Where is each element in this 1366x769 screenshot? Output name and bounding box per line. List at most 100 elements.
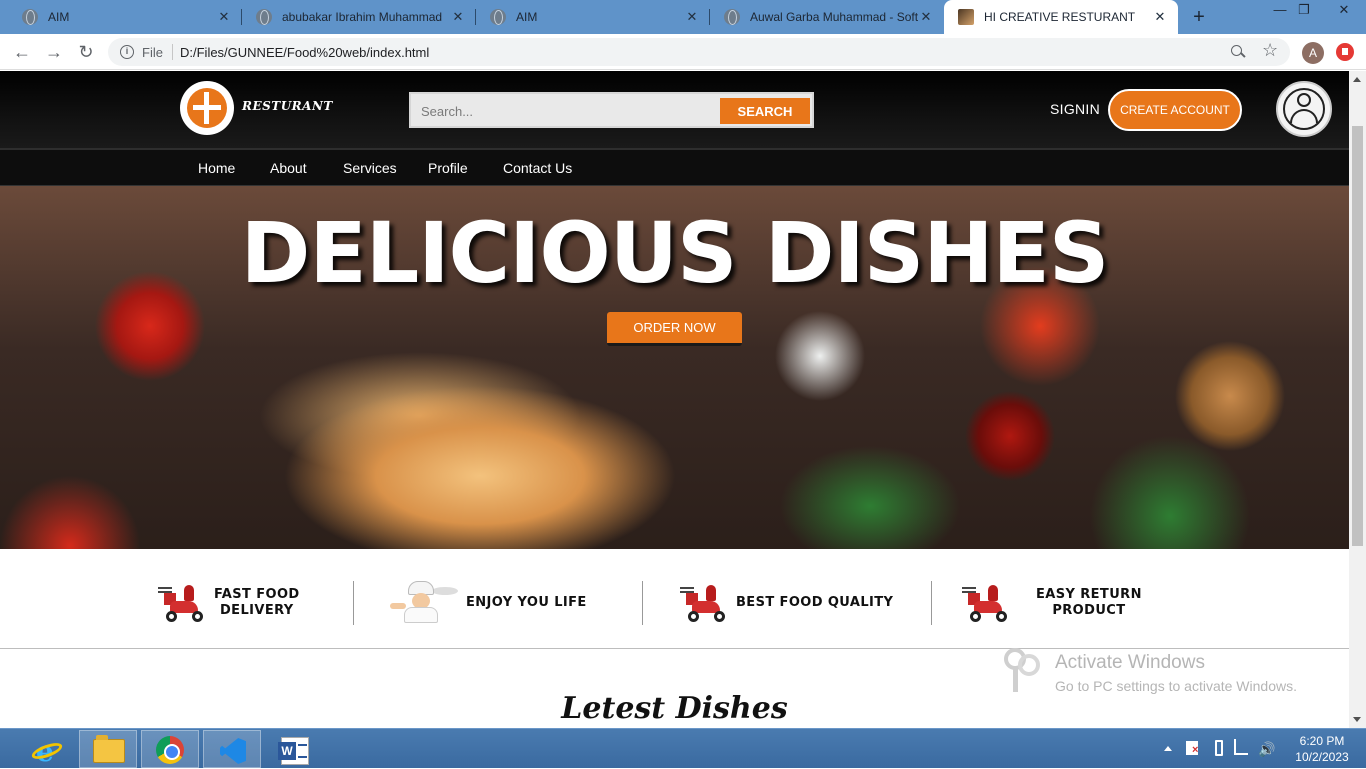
browser-tab[interactable]: Auwal Garba Muhammad - Soft ✕ <box>710 0 944 34</box>
features-strip: FAST FOOD DELIVERY ENJOY YOU LIFE BEST F… <box>0 549 1349 649</box>
forward-button[interactable]: → <box>42 40 66 64</box>
reload-button[interactable]: ↻ <box>74 40 98 64</box>
nav-contact-us[interactable]: Contact Us <box>503 160 572 176</box>
logo-emblem <box>180 81 234 135</box>
site-favicon <box>958 9 974 25</box>
browser-toolbar: ← → ↻ i File D:/Files/GUNNEE/Food%20web/… <box>0 34 1366 70</box>
restore-button[interactable]: ❐ <box>1290 2 1318 18</box>
site-header: RESTURANT SEARCH SIGNIN CREATE ACCOUNT <box>0 71 1349 148</box>
taskbar-word[interactable]: W <box>265 730 323 768</box>
chef-icon <box>388 581 460 625</box>
tab-title: abubakar Ibrahim Muhammad <box>282 10 443 24</box>
site-logo[interactable]: RESTURANT <box>180 81 332 137</box>
watermark-subtitle: Go to PC settings to activate Windows. <box>1055 678 1297 694</box>
scroll-down-arrow-icon[interactable] <box>1353 717 1361 722</box>
close-icon[interactable]: ✕ <box>450 9 466 25</box>
scroll-up-arrow-icon[interactable] <box>1353 77 1361 82</box>
signin-link[interactable]: SIGNIN <box>1050 101 1100 117</box>
scooter-icon <box>158 581 208 625</box>
key-icon <box>1000 646 1048 696</box>
word-icon: W <box>278 737 309 765</box>
watermark-title: Activate Windows <box>1055 652 1205 673</box>
profile-avatar[interactable]: A <box>1302 42 1324 64</box>
close-icon[interactable]: ✕ <box>918 9 934 25</box>
scooter-icon <box>962 581 1012 625</box>
browser-tab[interactable]: abubakar Ibrahim Muhammad ✕ <box>242 0 476 34</box>
browser-tab[interactable]: AIM ✕ <box>8 0 242 34</box>
page-viewport: RESTURANT SEARCH SIGNIN CREATE ACCOUNT H… <box>0 71 1349 728</box>
search-button[interactable]: SEARCH <box>720 98 810 124</box>
feature-divider <box>642 581 643 625</box>
hero-title: DELICIOUS DISHES <box>240 204 1110 302</box>
taskbar-chrome[interactable] <box>141 730 199 768</box>
nav-about[interactable]: About <box>270 160 307 176</box>
address-scheme-label: File <box>142 45 163 60</box>
activate-windows-watermark: Activate Windows Go to PC settings to ac… <box>1000 646 1330 706</box>
scroll-thumb[interactable] <box>1352 126 1363 546</box>
system-tray: 🔊 6:20 PM 10/2/2023 <box>1160 729 1366 769</box>
tab-title: AIM <box>48 10 70 24</box>
taskbar-file-explorer[interactable] <box>79 730 137 768</box>
tab-title: HI CREATIVE RESTURANT <box>984 10 1136 24</box>
clock-date: 10/2/2023 <box>1295 750 1349 764</box>
address-bar[interactable]: i File D:/Files/GUNNEE/Food%20web/index.… <box>108 38 1290 66</box>
search-input[interactable] <box>421 101 711 121</box>
window-close-button[interactable]: ✕ <box>1324 2 1364 18</box>
clock-time: 6:20 PM <box>1299 734 1345 748</box>
taskbar-clock[interactable]: 6:20 PM 10/2/2023 <box>1288 733 1356 765</box>
globe-icon <box>724 9 740 25</box>
close-icon[interactable]: ✕ <box>216 9 232 25</box>
feature-label: EASY RETURN PRODUCT <box>1036 587 1142 618</box>
feature-label: ENJOY YOU LIFE <box>466 595 587 610</box>
network-icon[interactable] <box>1234 739 1248 755</box>
file-explorer-icon <box>93 735 125 763</box>
globe-icon <box>490 9 506 25</box>
feature-enjoy-you-life: ENJOY YOU LIFE <box>388 579 587 627</box>
nav-profile[interactable]: Profile <box>428 160 468 176</box>
globe-icon <box>22 9 38 25</box>
main-navigation: Home About Services Profile Contact Us <box>0 148 1349 186</box>
nav-services[interactable]: Services <box>343 160 397 176</box>
page-scrollbar[interactable] <box>1349 71 1366 728</box>
scooter-icon <box>680 581 730 625</box>
user-account-button[interactable] <box>1276 81 1332 137</box>
feature-divider <box>353 581 354 625</box>
feature-best-food-quality: BEST FOOD QUALITY <box>680 579 894 627</box>
tab-title: AIM <box>516 10 538 24</box>
feature-fast-food-delivery: FAST FOOD DELIVERY <box>158 579 300 627</box>
address-divider <box>172 44 173 60</box>
volume-icon[interactable]: 🔊 <box>1258 741 1275 758</box>
logo-text: RESTURANT <box>242 99 333 113</box>
show-hidden-icons-icon[interactable] <box>1164 746 1172 751</box>
taskbar-internet-explorer[interactable]: e <box>16 730 74 768</box>
hero-banner: DELICIOUS DISHES ORDER NOW <box>0 186 1349 549</box>
browser-tab-strip: AIM ✕ abubakar Ibrahim Muhammad ✕ AIM ✕ … <box>0 0 1366 34</box>
battery-icon[interactable] <box>1215 740 1223 756</box>
browser-tab-active[interactable]: HI CREATIVE RESTURANT ✕ <box>944 0 1178 34</box>
browser-tab[interactable]: AIM ✕ <box>476 0 710 34</box>
new-tab-button[interactable]: + <box>1188 7 1210 27</box>
feature-label: BEST FOOD QUALITY <box>736 595 894 610</box>
feature-easy-return-product: EASY RETURN PRODUCT <box>962 579 1142 627</box>
extension-icon[interactable] <box>1336 43 1354 61</box>
bookmark-star-icon[interactable]: ☆ <box>1262 40 1278 61</box>
vscode-icon <box>220 738 246 764</box>
feature-label: FAST FOOD DELIVERY <box>214 587 300 618</box>
action-center-flag-icon[interactable] <box>1186 741 1198 756</box>
zoom-icon[interactable] <box>1230 44 1246 60</box>
chrome-icon <box>156 736 184 764</box>
close-icon[interactable]: ✕ <box>684 9 700 25</box>
close-icon[interactable]: ✕ <box>1152 9 1168 25</box>
tab-title: Auwal Garba Muhammad - Soft <box>750 10 918 24</box>
nav-home[interactable]: Home <box>198 160 235 176</box>
feature-divider <box>931 581 932 625</box>
search-bar: SEARCH <box>409 92 814 128</box>
info-icon[interactable]: i <box>120 45 134 59</box>
create-account-button[interactable]: CREATE ACCOUNT <box>1108 89 1242 131</box>
windows-taskbar: e W 🔊 6:20 PM 10/2/2023 <box>0 728 1366 768</box>
taskbar-vscode[interactable] <box>203 730 261 768</box>
back-button[interactable]: ← <box>10 40 34 64</box>
order-now-button[interactable]: ORDER NOW <box>607 312 742 346</box>
address-url[interactable]: D:/Files/GUNNEE/Food%20web/index.html <box>180 45 429 60</box>
ie-icon: e <box>29 735 65 768</box>
